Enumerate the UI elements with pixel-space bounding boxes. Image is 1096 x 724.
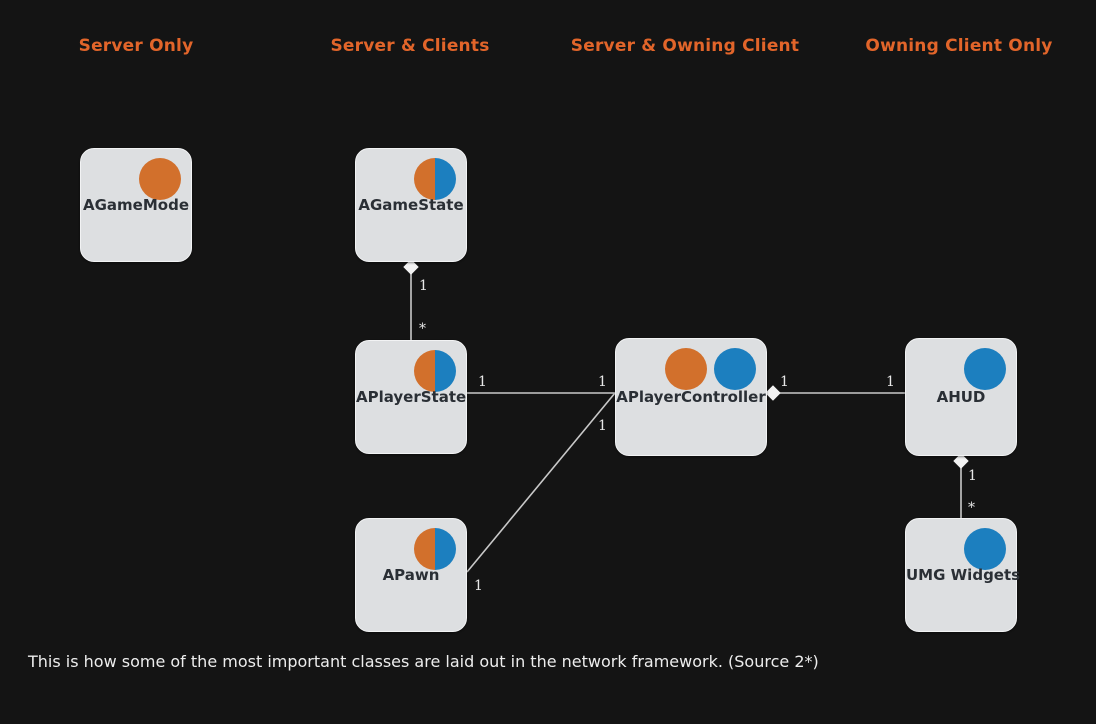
role-badges (964, 348, 1006, 390)
class-node-apawn[interactable]: APawn (355, 518, 467, 632)
split-circle-icon (414, 350, 456, 392)
multiplicity-m-playercontroller-left1: 1 (598, 374, 607, 390)
class-node-label: AGameState (358, 196, 464, 214)
diagram-caption: This is how some of the most important c… (28, 652, 819, 671)
class-node-label: APlayerState (356, 388, 467, 406)
blue-circle-icon (964, 528, 1006, 570)
class-node-label: APlayerController (616, 388, 766, 406)
split-circle-icon (414, 158, 456, 200)
role-badges (414, 158, 456, 200)
role-badges (964, 528, 1006, 570)
orange-circle-icon (665, 348, 707, 390)
association-line-pawn-playercontroller (466, 392, 616, 573)
multiplicity-m-playerstate-star: * (419, 321, 426, 337)
class-node-aplayercontroller[interactable]: APlayerController (615, 338, 767, 456)
class-node-umgwidgets[interactable]: UMG Widgets (905, 518, 1021, 632)
multiplicity-m-playerstate-1: 1 (478, 374, 487, 390)
multiplicity-m-hud-left1: 1 (886, 374, 895, 390)
class-node-label: UMG Widgets (906, 566, 1021, 584)
class-node-agamemode[interactable]: AGameMode (80, 148, 192, 262)
blue-circle-icon (714, 348, 756, 390)
role-badges (139, 158, 181, 200)
orange-circle-icon (139, 158, 181, 200)
split-circle-icon (414, 528, 456, 570)
class-node-ahud[interactable]: AHUD (905, 338, 1017, 456)
role-badges (414, 350, 456, 392)
aggregation-diamond-playercontroller-hud (765, 385, 781, 401)
aggregation-diamond-hud-umgwidgets (953, 453, 969, 469)
column-header-3: Owning Client Only (865, 36, 1053, 56)
column-header-1: Server & Clients (330, 36, 490, 56)
class-node-agamestate[interactable]: AGameState (355, 148, 467, 262)
column-header-2: Server & Owning Client (570, 36, 800, 56)
multiplicity-m-playercontroller-hud1: 1 (780, 374, 789, 390)
class-node-aplayerstate[interactable]: APlayerState (355, 340, 467, 454)
multiplicity-m-umgwidgets-star: * (968, 500, 975, 516)
multiplicity-m-gamestate-1: 1 (419, 278, 428, 294)
multiplicity-m-hud-1: 1 (968, 468, 977, 484)
multiplicity-m-pawn-1: 1 (474, 578, 483, 594)
column-header-0: Server Only (78, 36, 194, 56)
blue-circle-icon (964, 348, 1006, 390)
class-node-label: APawn (382, 566, 440, 584)
class-node-label: AHUD (936, 388, 986, 406)
role-badges (665, 348, 756, 390)
diagram-canvas: Server Only Server & Clients Server & Owni… (0, 0, 1096, 724)
aggregation-diamond-gamestate-playerstate (403, 259, 419, 275)
class-node-label: AGameMode (83, 196, 189, 214)
role-badges (414, 528, 456, 570)
multiplicity-m-playercontroller-pawn1: 1 (598, 418, 607, 434)
